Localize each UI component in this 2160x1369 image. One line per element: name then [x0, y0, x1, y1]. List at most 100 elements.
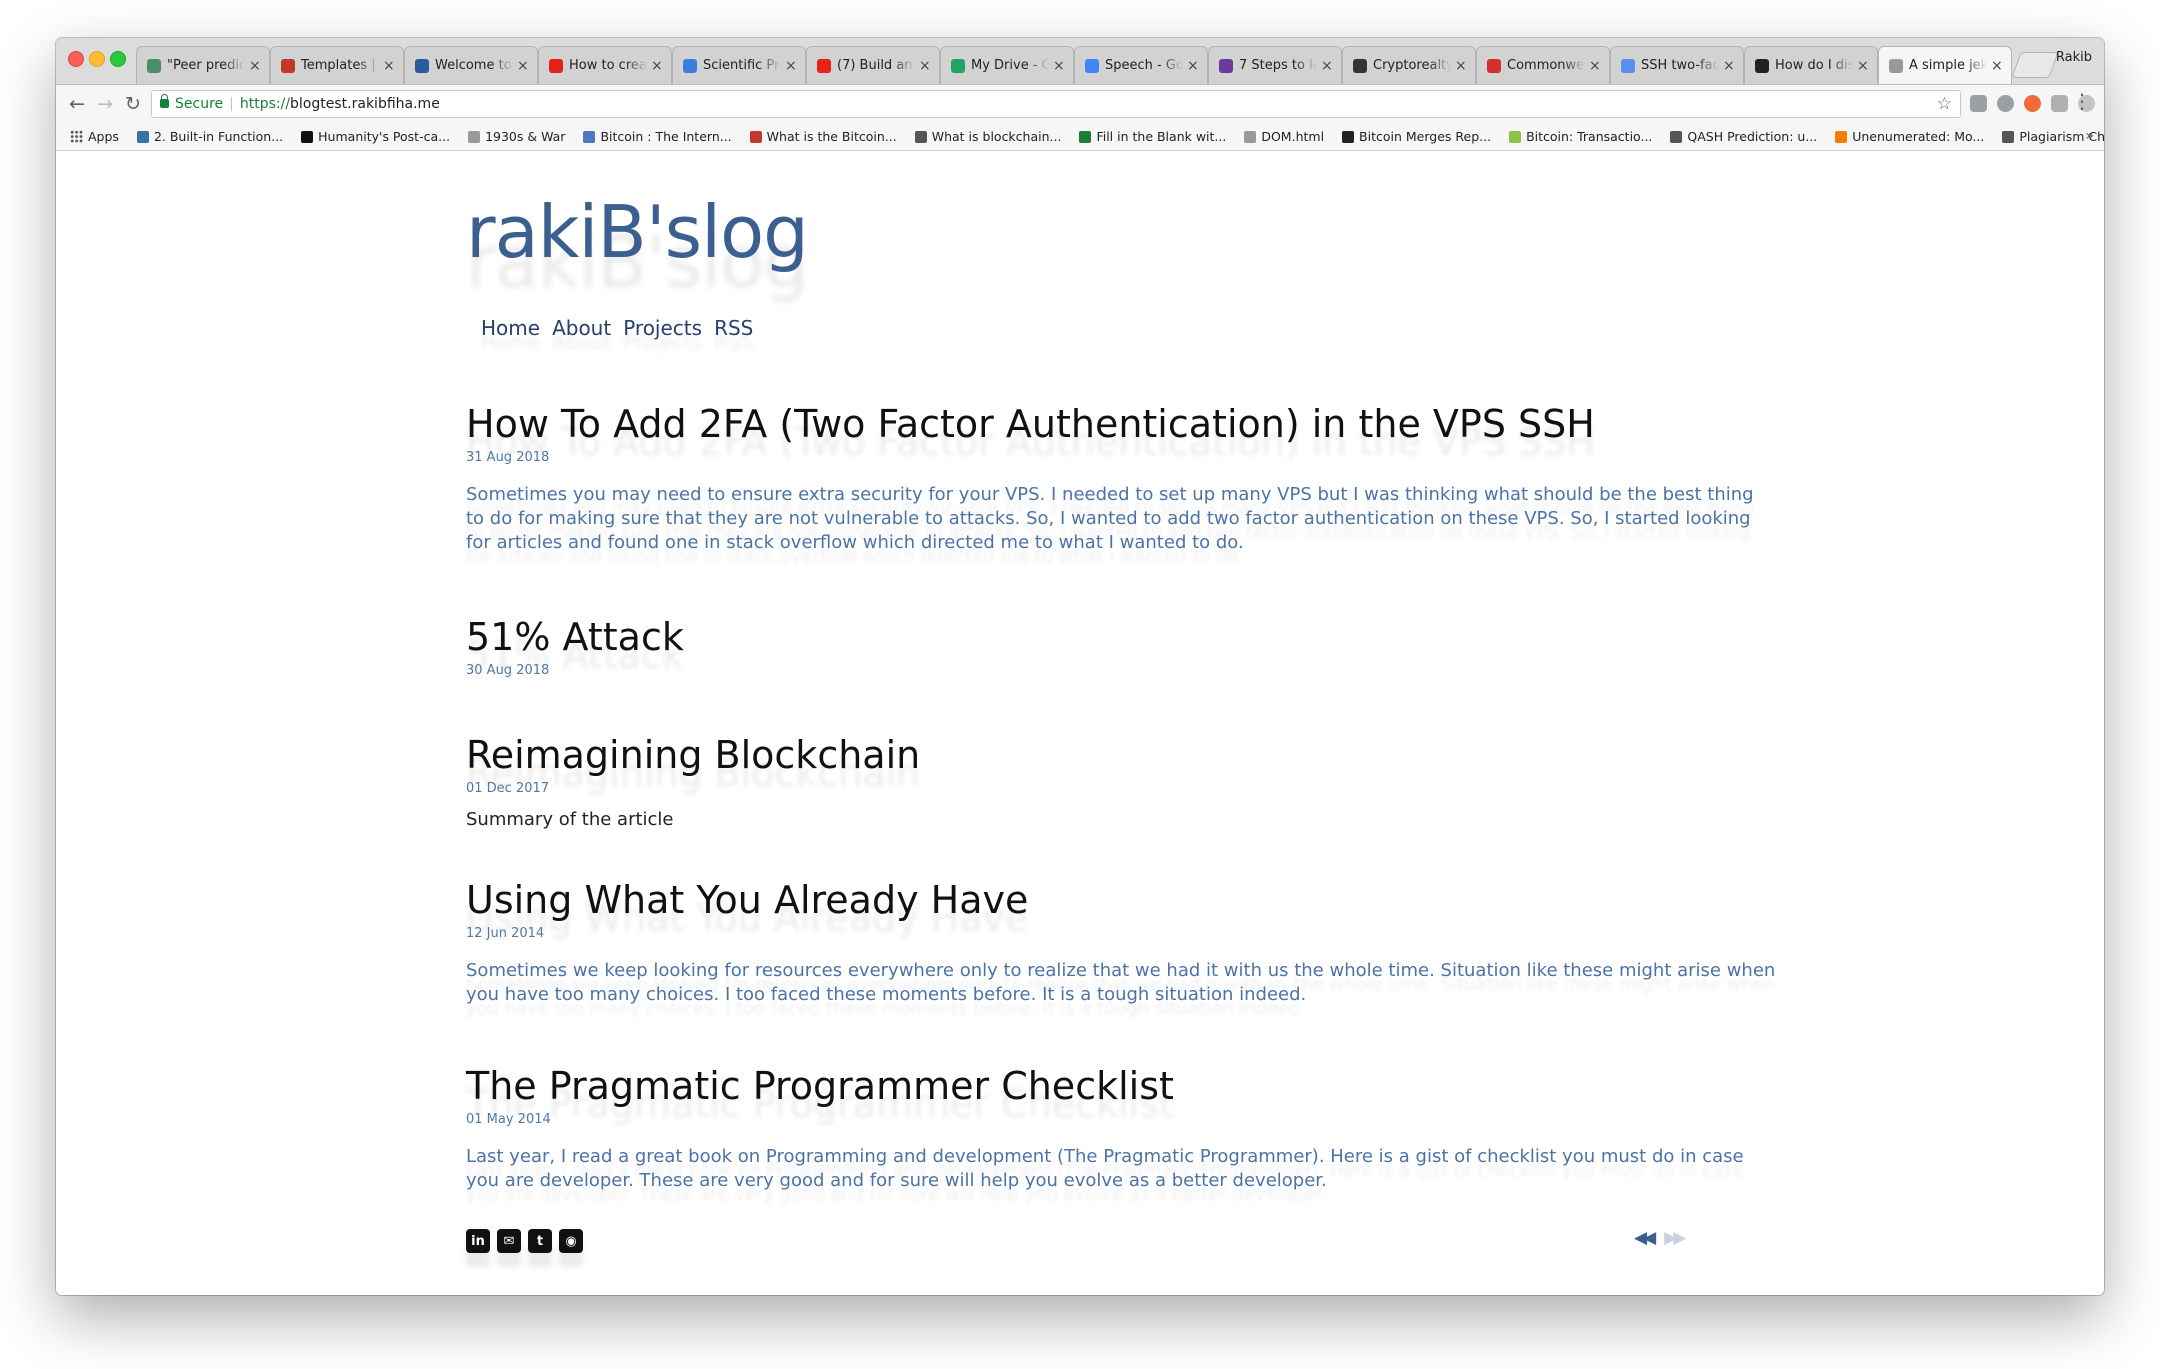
reload-icon[interactable]: ↻	[120, 91, 146, 117]
minimize-window-button[interactable]	[89, 51, 105, 67]
browser-tab[interactable]: Speech - Goo ×	[1074, 46, 1208, 84]
bookmark-label: Apps	[88, 129, 119, 144]
address-bar[interactable]: Secure | https://blogtest.rakibfiha.me ☆	[151, 90, 1961, 118]
post-date: 30 Aug 2018	[466, 662, 550, 678]
tab-close-icon[interactable]: ×	[1321, 58, 1333, 74]
tab-close-icon[interactable]: ×	[1723, 58, 1735, 74]
browser-tab[interactable]: How do I disab ×	[1744, 46, 1878, 84]
tab-close-icon[interactable]: ×	[1053, 58, 1065, 74]
nav-home[interactable]: Home	[481, 316, 540, 340]
tab-close-icon[interactable]: ×	[651, 58, 663, 74]
extension-icon[interactable]	[2051, 95, 2068, 112]
tab-label: Speech - Goo	[1105, 58, 1183, 73]
tab-close-icon[interactable]: ×	[919, 58, 931, 74]
browser-tab[interactable]: 7 Steps to lau ×	[1208, 46, 1342, 84]
bookmark-item[interactable]: What is the Bitcoin...	[749, 129, 897, 144]
browser-tab[interactable]: Cryptorealty ×	[1342, 46, 1476, 84]
browser-tab[interactable]: Commonwealt ×	[1476, 46, 1610, 84]
browser-window: "Peer predicti×Templates | Jo×Welcome to…	[56, 38, 2104, 1295]
lock-icon	[160, 94, 169, 108]
fillblank-icon	[1079, 130, 1092, 143]
close-window-button[interactable]	[68, 51, 84, 67]
bookmark-item[interactable]: Bitcoin : The Intern...	[583, 129, 732, 144]
nav-about[interactable]: About	[552, 316, 611, 340]
twitter-icon[interactable]: t	[528, 1229, 552, 1253]
tab-close-icon[interactable]: ×	[1187, 58, 1199, 74]
bookmark-item[interactable]: Unenumerated: Mo...	[1835, 129, 1984, 144]
back-arrow-icon[interactable]: ←	[64, 91, 90, 117]
post-title[interactable]: The Pragmatic Programmer Checklist	[466, 1065, 1776, 1108]
bookmark-item[interactable]: Bitcoin Merges Rep...	[1342, 129, 1491, 144]
mt-icon	[1755, 58, 1769, 73]
browser-tab[interactable]: Templates | Jo ×	[270, 46, 404, 84]
zoom-window-button[interactable]	[110, 51, 126, 67]
tab-close-icon[interactable]: ×	[249, 58, 261, 74]
bookmark-label: 2. Built-in Function...	[153, 129, 284, 144]
browser-tab[interactable]: (7) Build an El ×	[806, 46, 940, 84]
bookmark-item[interactable]: What is blockchain...	[914, 129, 1061, 144]
linkedin-icon[interactable]: in	[466, 1229, 490, 1253]
browser-tab[interactable]: SSH two-facto ×	[1610, 46, 1744, 84]
bookmark-item[interactable]: Apps	[70, 129, 119, 144]
bookmark-item[interactable]: QASH Prediction: u...	[1670, 129, 1817, 144]
apps-grid-icon	[70, 130, 83, 143]
tab-close-icon[interactable]: ×	[1857, 58, 1869, 74]
bookmark-item[interactable]: Humanity's Post-ca...	[301, 129, 450, 144]
youtube-icon	[817, 58, 831, 73]
post-title[interactable]: How To Add 2FA (Two Factor Authenticatio…	[466, 403, 1776, 446]
post-title[interactable]: Reimagining Blockchain	[466, 734, 1776, 777]
page-icon	[1889, 58, 1903, 73]
extension-icon[interactable]	[1970, 95, 1987, 112]
post-date: 01 May 2014	[466, 1111, 551, 1127]
github-icon[interactable]: ◉	[559, 1229, 583, 1253]
bitcoin-stripes-icon	[583, 130, 596, 143]
email-icon[interactable]: ✉	[497, 1229, 521, 1253]
tab-close-icon[interactable]: ×	[517, 58, 529, 74]
tab-close-icon[interactable]: ×	[1991, 58, 2003, 74]
bookmarks-bar: Apps 2. Built-in Function... Humanity's Po…	[56, 123, 2104, 151]
extension-icon[interactable]	[2024, 95, 2041, 112]
docs-icon	[1085, 58, 1099, 73]
browser-tab[interactable]: A simple jekyll ×	[1878, 46, 2012, 84]
browser-tab[interactable]: Welcome to W ×	[404, 46, 538, 84]
bookmark-item[interactable]: Bitcoin: Transactio...	[1509, 129, 1652, 144]
profile-name[interactable]: Rakib	[2056, 50, 2092, 65]
post-summary: Sometimes we keep looking for resources …	[466, 959, 1776, 1005]
bookmark-item[interactable]: DOM.html	[1244, 129, 1324, 144]
tab-label: Templates | Jo	[301, 58, 379, 73]
tab-close-icon[interactable]: ×	[785, 58, 797, 74]
tab-close-icon[interactable]: ×	[1589, 58, 1601, 74]
tab-close-icon[interactable]: ×	[383, 58, 395, 74]
templates-icon	[281, 58, 295, 73]
extension-icon[interactable]	[1997, 95, 2014, 112]
site-title[interactable]: rakiB'slog	[466, 196, 809, 268]
new-tab-button[interactable]	[2011, 52, 2059, 78]
more-bookmarks-icon[interactable]: »	[2085, 128, 2094, 144]
post-title[interactable]: 51% Attack	[466, 616, 1776, 659]
nav-rss[interactable]: RSS	[714, 316, 753, 340]
previous-page-icon[interactable]: ◀◀	[1634, 1228, 1656, 1248]
page-icon	[468, 130, 481, 143]
bookmark-item[interactable]: 2. Built-in Function...	[136, 129, 284, 144]
commonwealth-icon	[1487, 58, 1501, 73]
post-item: Using What You Already Have 12 Jun 2014 …	[466, 879, 1776, 1066]
nav-projects[interactable]: Projects	[623, 316, 702, 340]
w-icon	[1670, 130, 1683, 143]
post-summary: Sometimes you may need to ensure extra s…	[466, 483, 1754, 553]
post-item: 51% Attack 30 Aug 2018	[466, 616, 1776, 735]
browser-tab[interactable]: How to create ×	[538, 46, 672, 84]
browser-tab[interactable]: My Drive - Go ×	[940, 46, 1074, 84]
bookmark-star-icon[interactable]: ☆	[1937, 91, 1952, 117]
bookmark-item[interactable]: Fill in the Blank wit...	[1079, 129, 1226, 144]
browser-tab[interactable]: Scientific Prog ×	[672, 46, 806, 84]
browser-tab[interactable]: "Peer predicti ×	[136, 46, 270, 84]
secure-label: Secure	[175, 96, 224, 112]
bookmark-item[interactable]: 1930s & War	[468, 129, 565, 144]
next-page-icon[interactable]: ▶▶	[1664, 1228, 1686, 1248]
tab-close-icon[interactable]: ×	[1455, 58, 1467, 74]
menu-dots-icon[interactable]: ⋮	[2072, 89, 2092, 113]
post-title[interactable]: Using What You Already Have	[466, 879, 1776, 922]
tab-label: SSH two-facto	[1641, 58, 1719, 73]
forward-arrow-icon[interactable]: →	[92, 91, 118, 117]
blockchain-icon	[914, 130, 927, 143]
